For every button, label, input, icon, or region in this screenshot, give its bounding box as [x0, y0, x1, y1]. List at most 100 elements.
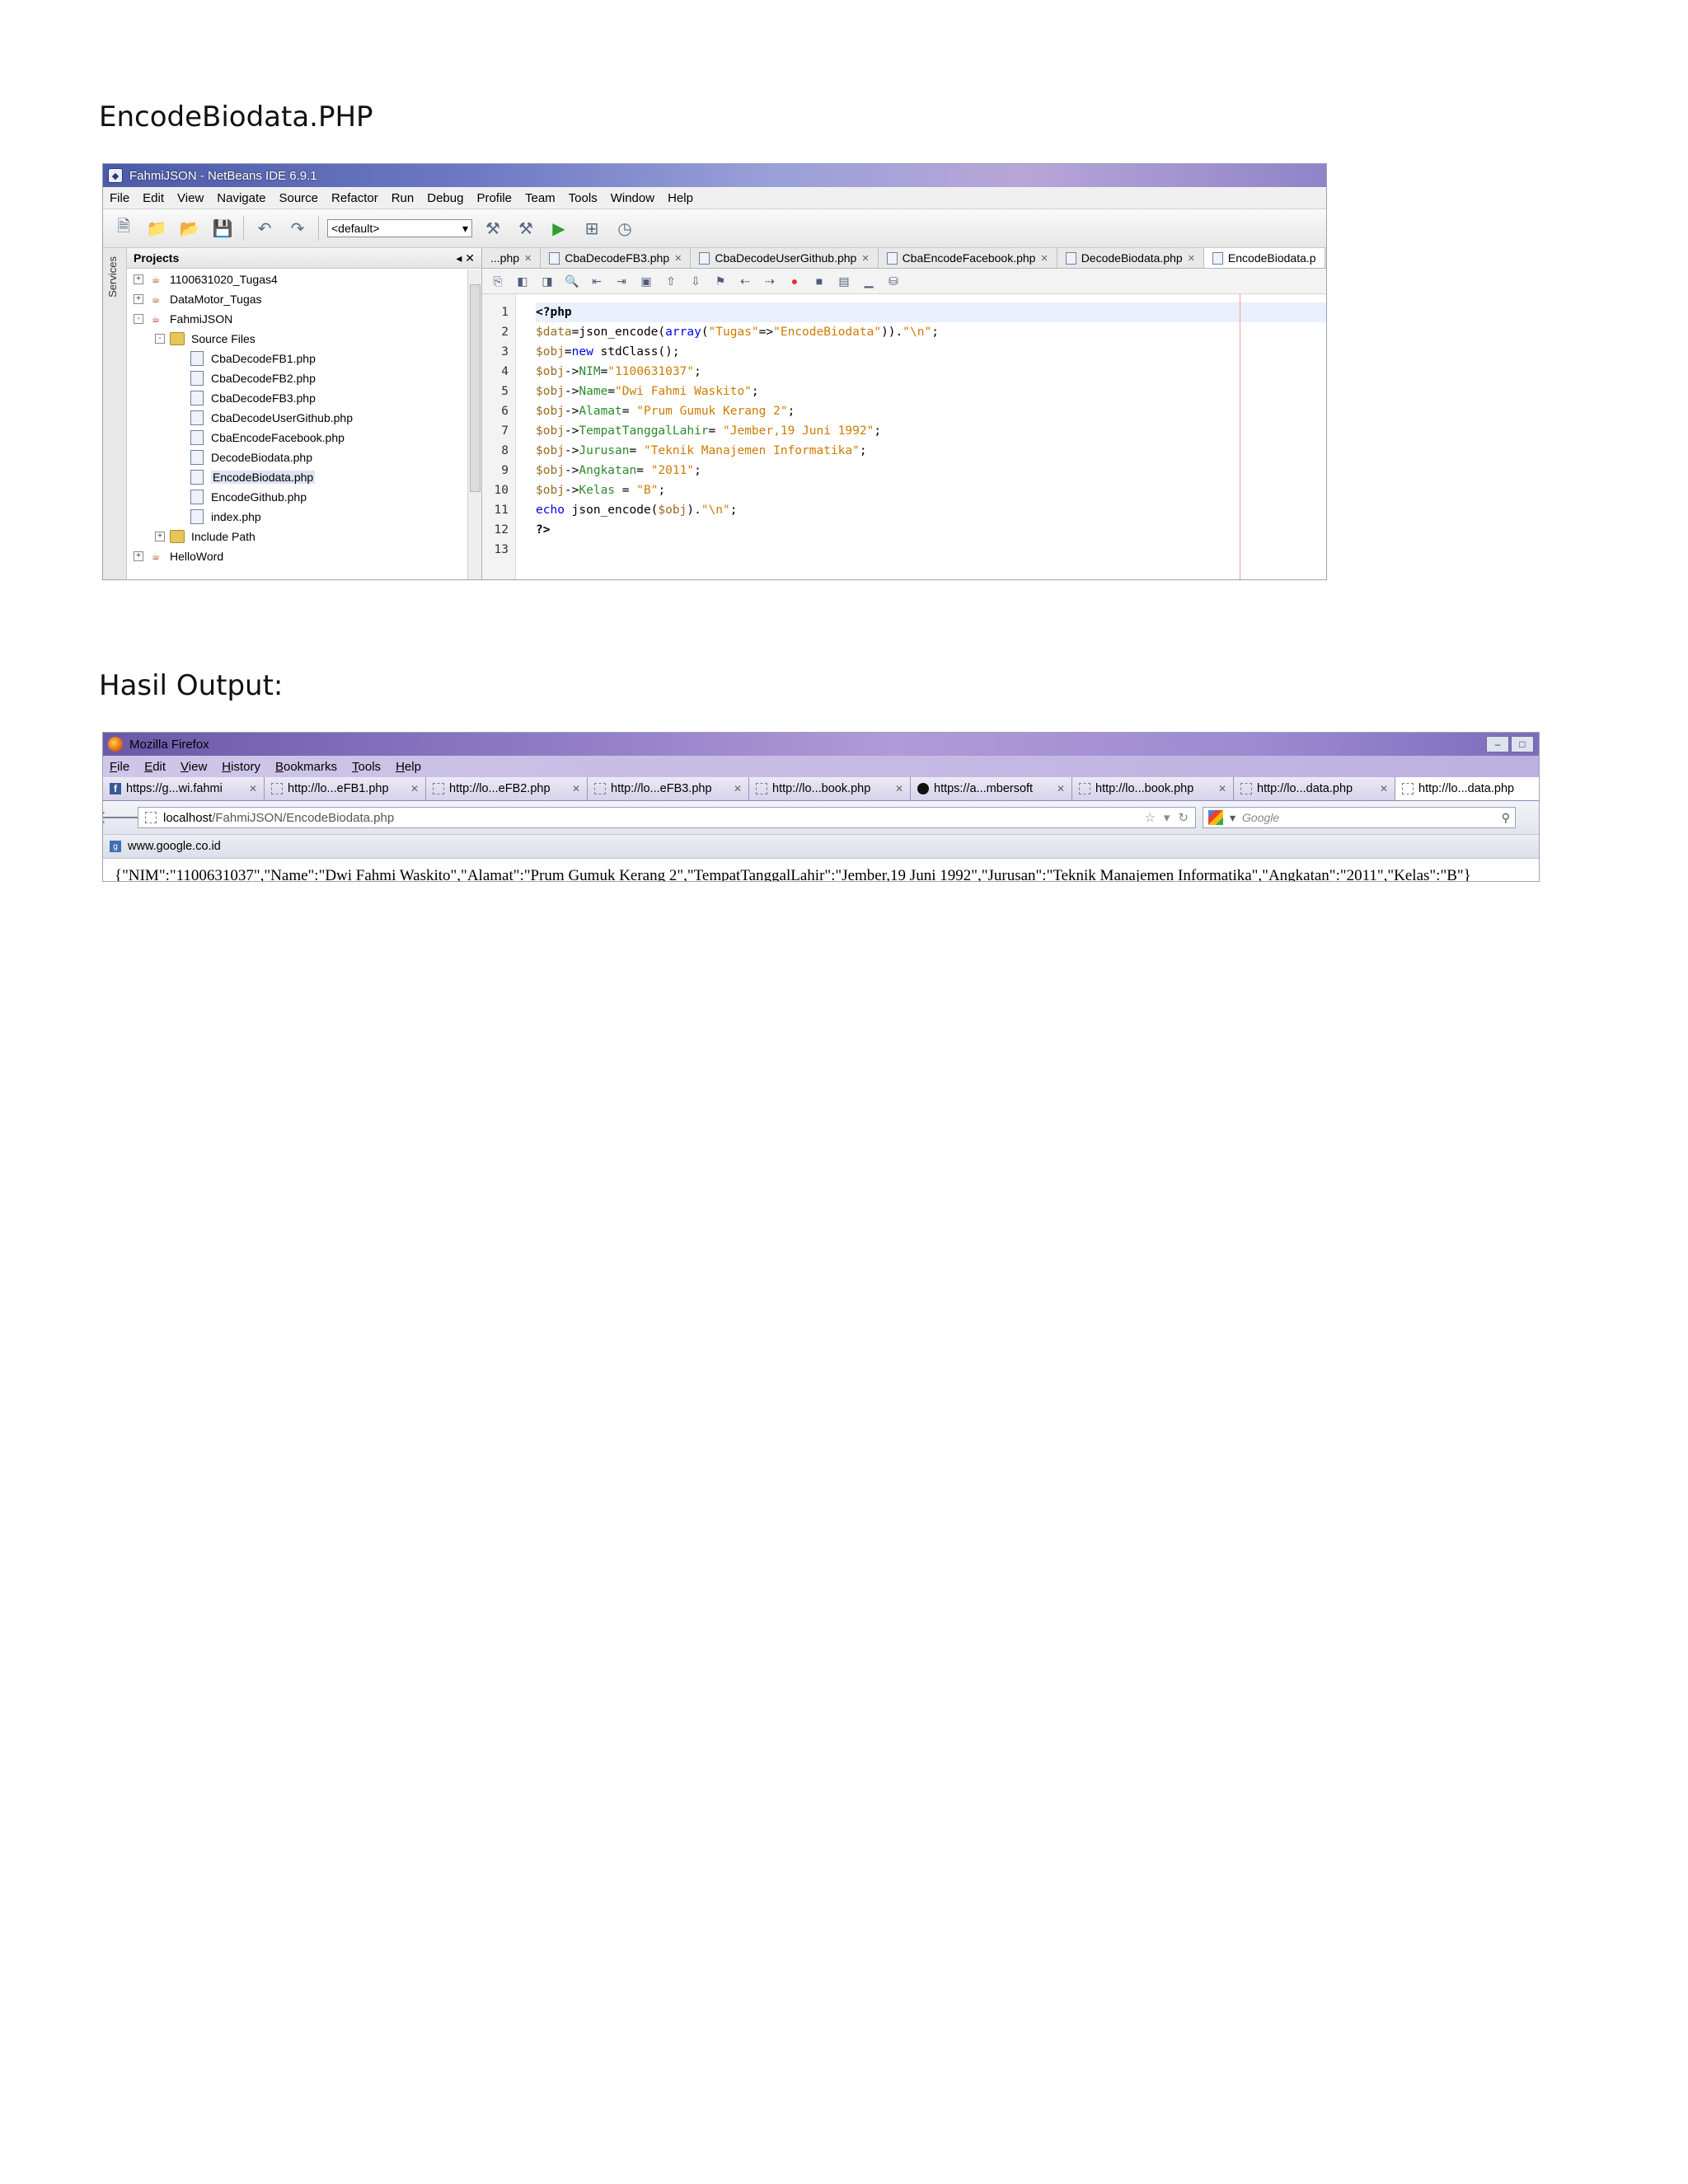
close-icon[interactable]: ✕ [734, 783, 742, 794]
bookmark-next-icon[interactable]: ⇩ [687, 272, 705, 290]
editor-tab[interactable]: CbaDecodeFB3.php ✕ [541, 248, 692, 268]
expand-icon[interactable]: + [134, 294, 143, 304]
build-hammer-icon[interactable]: ⚒ [481, 216, 505, 241]
forward-icon[interactable]: ◨ [538, 272, 556, 290]
menu-profile[interactable]: Profile [476, 191, 512, 205]
find-next-icon[interactable]: ⇥ [612, 272, 631, 290]
tree-item[interactable]: CbaEncodeFacebook.php [127, 428, 467, 448]
editor-tab[interactable]: CbaEncodeFacebook.php ✕ [878, 248, 1057, 268]
close-icon[interactable]: ✕ [1040, 253, 1048, 264]
google-logo-icon[interactable] [1208, 810, 1223, 825]
close-icon[interactable]: ✕ [1057, 783, 1065, 794]
toggle-bookmark-icon[interactable]: ⚑ [711, 272, 729, 290]
redo-icon[interactable]: ↷ [285, 216, 310, 241]
editor-tab[interactable]: DecodeBiodata.php ✕ [1057, 248, 1204, 268]
comment-icon[interactable]: ▤ [835, 272, 853, 290]
menu-navigate[interactable]: Navigate [217, 191, 265, 205]
undo-icon[interactable]: ↶ [252, 216, 277, 241]
url-bar[interactable]: localhost/FahmiJSON/EncodeBiodata.php ☆ … [138, 807, 1196, 828]
find-previous-icon[interactable]: ⇤ [588, 272, 606, 290]
menu-bookmarks[interactable]: Bookmarks [275, 760, 337, 774]
tree-item[interactable]: - ☕ FahmiJSON [127, 309, 467, 329]
reload-icon[interactable]: ↻ [1178, 810, 1189, 825]
menu-help[interactable]: Help [396, 760, 421, 774]
bookmark-previous-icon[interactable]: ⇧ [662, 272, 680, 290]
projects-scrollbar[interactable] [467, 269, 481, 579]
menu-debug[interactable]: Debug [427, 191, 463, 205]
menu-team[interactable]: Team [525, 191, 556, 205]
panel-close-icon[interactable]: ◂ ✕ [456, 251, 475, 265]
menu-refactor[interactable]: Refactor [331, 191, 378, 205]
browser-tab[interactable]: f https://g...wi.fahmi ✕ [103, 777, 265, 800]
dropdown-icon[interactable]: ▾ [1164, 810, 1170, 825]
tree-item[interactable]: + ☕ DataMotor_Tugas [127, 289, 467, 309]
close-icon[interactable]: ✕ [861, 253, 869, 264]
tree-item[interactable]: + ☕ HelloWord [127, 546, 467, 566]
menu-history[interactable]: History [222, 760, 260, 774]
minimize-icon[interactable]: – [1486, 736, 1509, 752]
tree-item[interactable]: + Include Path [127, 527, 467, 546]
close-icon[interactable]: ✕ [249, 783, 257, 794]
run-icon[interactable]: ▶ [546, 216, 571, 241]
tree-item[interactable]: EncodeGithub.php [127, 487, 467, 507]
back-icon[interactable]: ◧ [513, 272, 532, 290]
browser-tab[interactable]: http://lo...book.php ✕ [1072, 777, 1234, 800]
close-icon[interactable]: ✕ [572, 783, 580, 794]
debug-icon[interactable]: ⊞ [579, 216, 604, 241]
database-icon[interactable]: ⛁ [884, 272, 903, 290]
shift-left-icon[interactable]: ⇠ [736, 272, 754, 290]
menu-source[interactable]: Source [279, 191, 318, 205]
editor-tab[interactable]: CbaDecodeUserGithub.php ✕ [691, 248, 879, 268]
collapse-icon[interactable]: - [155, 334, 165, 344]
source-history-icon[interactable]: ⎘ [489, 272, 507, 290]
star-icon[interactable]: ☆ [1144, 810, 1155, 825]
menu-edit[interactable]: Edit [144, 760, 166, 774]
uncomment-icon[interactable]: ▁ [860, 272, 878, 290]
find-icon[interactable]: 🔍 [563, 272, 581, 290]
editor-tab[interactable]: ...php ✕ [482, 248, 542, 268]
back-arrow-icon[interactable]: 🡐 [103, 807, 145, 828]
open-project-icon[interactable]: 📂 [177, 216, 202, 241]
menu-run[interactable]: Run [392, 191, 415, 205]
menu-edit[interactable]: Edit [143, 191, 164, 205]
browser-tab[interactable]: https://a...mbersoft ✕ [911, 777, 1072, 800]
collapse-icon[interactable]: - [134, 314, 143, 324]
tree-item[interactable]: CbaDecodeUserGithub.php [127, 408, 467, 428]
menu-view[interactable]: View [177, 191, 204, 205]
code-content[interactable]: <?php $data=json_encode(array("Tugas"=>"E… [516, 294, 1326, 579]
browser-tab[interactable]: http://lo...data.php ✕ [1234, 777, 1395, 800]
tree-item[interactable]: CbaDecodeFB3.php [127, 388, 467, 408]
profile-icon[interactable]: ◷ [612, 216, 637, 241]
tree-item[interactable]: - Source Files [127, 329, 467, 349]
browser-tab[interactable]: http://lo...data.php [1395, 777, 1539, 800]
tree-item[interactable]: index.php [127, 507, 467, 527]
save-all-icon[interactable]: 💾 [210, 216, 235, 241]
browser-tab[interactable]: http://lo...eFB3.php ✕ [588, 777, 749, 800]
toggle-highlight-icon[interactable]: ▣ [637, 272, 655, 290]
close-icon[interactable]: ✕ [1188, 253, 1195, 264]
configuration-select[interactable]: <default> ▾ [327, 219, 472, 237]
close-icon[interactable]: ✕ [895, 783, 903, 794]
menu-tools[interactable]: Tools [569, 191, 598, 205]
record-macro-icon[interactable]: ● [785, 272, 804, 290]
close-icon[interactable]: ✕ [410, 783, 419, 794]
code-editor[interactable]: 1 2 3 4 5 6 7 8 9 10 11 12 13 <?php $data=json_encode… [482, 294, 1326, 579]
shift-right-icon[interactable]: ⇢ [761, 272, 779, 290]
search-icon[interactable]: ⚲ [1502, 811, 1510, 825]
browser-tab[interactable]: http://lo...book.php ✕ [749, 777, 911, 800]
tree-item[interactable]: CbaDecodeFB1.php [127, 349, 467, 368]
search-bar[interactable]: ▾ Google ⚲ [1203, 807, 1516, 828]
tree-item[interactable]: EncodeBiodata.php [127, 467, 467, 487]
tree-item[interactable]: + ☕ 1100631020_Tugas4 [127, 269, 467, 289]
expand-icon[interactable]: + [134, 551, 143, 561]
tree-item[interactable]: CbaDecodeFB2.php [127, 368, 467, 388]
clean-build-icon[interactable]: ⚒ [513, 216, 538, 241]
browser-tab[interactable]: http://lo...eFB2.php ✕ [426, 777, 588, 800]
maximize-icon[interactable]: □ [1511, 736, 1534, 752]
services-strip[interactable]: Services [103, 248, 127, 579]
scrollbar-thumb[interactable] [470, 284, 481, 492]
close-icon[interactable]: ✕ [674, 253, 682, 264]
close-icon[interactable]: ✕ [524, 253, 532, 264]
expand-icon[interactable]: + [155, 532, 165, 541]
menu-tools[interactable]: Tools [352, 760, 381, 774]
